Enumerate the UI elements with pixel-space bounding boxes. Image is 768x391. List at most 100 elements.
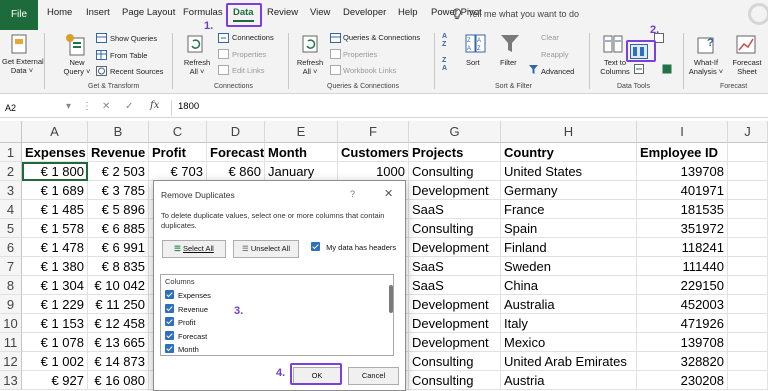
- sort-button[interactable]: Sort: [466, 58, 480, 67]
- row-header[interactable]: 11: [0, 333, 22, 352]
- table-cell[interactable]: € 5 896: [88, 200, 149, 219]
- row-header[interactable]: 6: [0, 238, 22, 257]
- sort-az-icon[interactable]: AZ: [442, 33, 447, 49]
- table-cell[interactable]: [728, 257, 768, 276]
- refresh-all-button[interactable]: Refresh All ˅: [183, 58, 211, 76]
- table-cell[interactable]: Consulting: [409, 371, 501, 390]
- columns-list[interactable]: Columns Expenses Revenue Profit Forecast Mon…: [160, 274, 394, 356]
- header-cell[interactable]: Profit: [149, 143, 207, 162]
- recent-sources-button[interactable]: Recent Sources: [110, 67, 163, 76]
- help-icon[interactable]: ?: [350, 189, 355, 199]
- column-header-f[interactable]: F: [338, 121, 409, 143]
- table-cell[interactable]: [728, 352, 768, 371]
- table-cell[interactable]: Germany: [501, 181, 637, 200]
- table-cell[interactable]: 401971: [637, 181, 728, 200]
- table-cell[interactable]: € 1 689: [22, 181, 88, 200]
- table-cell[interactable]: 328820: [637, 352, 728, 371]
- table-cell[interactable]: Sweden: [501, 257, 637, 276]
- table-cell[interactable]: [728, 181, 768, 200]
- data-validation-icon[interactable]: [634, 64, 646, 74]
- reapply-button[interactable]: Reapply: [541, 50, 569, 59]
- header-cell[interactable]: Projects: [409, 143, 501, 162]
- table-cell[interactable]: 111440: [637, 257, 728, 276]
- table-cell[interactable]: 452003: [637, 295, 728, 314]
- table-cell[interactable]: [728, 219, 768, 238]
- formula-input[interactable]: 1800: [178, 101, 199, 112]
- table-cell[interactable]: € 1 578: [22, 219, 88, 238]
- row-header[interactable]: 8: [0, 276, 22, 295]
- table-cell[interactable]: SaaS: [409, 257, 501, 276]
- table-cell[interactable]: Consulting: [409, 219, 501, 238]
- row-header[interactable]: 7: [0, 257, 22, 276]
- row-header[interactable]: 10: [0, 314, 22, 333]
- row-header[interactable]: 2: [0, 162, 22, 181]
- table-cell[interactable]: Development: [409, 295, 501, 314]
- table-cell[interactable]: € 1 002: [22, 352, 88, 371]
- properties-button[interactable]: Properties: [232, 50, 266, 59]
- column-checkbox-item[interactable]: Month: [165, 343, 211, 355]
- table-cell[interactable]: € 860: [207, 162, 265, 181]
- clear-button[interactable]: Clear: [541, 33, 559, 42]
- row-header[interactable]: 3: [0, 181, 22, 200]
- table-cell[interactable]: Finland: [501, 238, 637, 257]
- table-cell[interactable]: Austria: [501, 371, 637, 390]
- row-header[interactable]: 13: [0, 371, 22, 390]
- table-cell[interactable]: 471926: [637, 314, 728, 333]
- table-cell[interactable]: € 1 478: [22, 238, 88, 257]
- table-cell[interactable]: France: [501, 200, 637, 219]
- table-cell[interactable]: [728, 295, 768, 314]
- row-header[interactable]: 12: [0, 352, 22, 371]
- table-cell[interactable]: € 12 458: [88, 314, 149, 333]
- tell-me-box[interactable]: Tell me what you want to do: [452, 8, 579, 20]
- table-cell[interactable]: 139708: [637, 333, 728, 352]
- column-header-g[interactable]: G: [409, 121, 501, 143]
- table-cell[interactable]: Consulting: [409, 162, 501, 181]
- table-cell[interactable]: € 6 991: [88, 238, 149, 257]
- table-cell[interactable]: € 1 078: [22, 333, 88, 352]
- sort-za-icon[interactable]: ZA: [442, 57, 447, 73]
- tab-formulas[interactable]: Formulas: [183, 7, 223, 18]
- table-cell[interactable]: € 1 229: [22, 295, 88, 314]
- column-header-b[interactable]: B: [88, 121, 149, 143]
- from-table-button[interactable]: From Table: [110, 51, 147, 60]
- column-header-e[interactable]: E: [265, 121, 338, 143]
- table-cell[interactable]: € 8 835: [88, 257, 149, 276]
- my-data-has-headers-checkbox[interactable]: My data has headers: [311, 242, 396, 252]
- header-cell[interactable]: [728, 143, 768, 162]
- properties-2-button[interactable]: Properties: [343, 50, 377, 59]
- table-cell[interactable]: Australia: [501, 295, 637, 314]
- column-header-j[interactable]: J: [728, 121, 768, 143]
- feedback-icon[interactable]: [748, 3, 768, 25]
- row-header[interactable]: 5: [0, 219, 22, 238]
- table-cell[interactable]: [728, 200, 768, 219]
- column-header-d[interactable]: D: [207, 121, 265, 143]
- table-cell[interactable]: Development: [409, 333, 501, 352]
- table-cell[interactable]: [728, 333, 768, 352]
- row-header[interactable]: 1: [0, 143, 22, 162]
- table-cell[interactable]: Spain: [501, 219, 637, 238]
- queries-connections-button[interactable]: Queries & Connections: [343, 33, 420, 42]
- header-cell[interactable]: Country: [501, 143, 637, 162]
- table-cell[interactable]: SaaS: [409, 276, 501, 295]
- unselect-all-button[interactable]: ☰ Unselect All: [233, 240, 299, 258]
- header-cell[interactable]: Month: [265, 143, 338, 162]
- column-checkbox-item[interactable]: Forecast: [165, 330, 211, 344]
- select-all-button[interactable]: ☰ Select All: [162, 240, 226, 258]
- connections-button[interactable]: Connections: [232, 33, 274, 42]
- table-cell[interactable]: € 1 153: [22, 314, 88, 333]
- table-cell[interactable]: € 11 250: [88, 295, 149, 314]
- table-cell[interactable]: € 1 485: [22, 200, 88, 219]
- cancel-icon[interactable]: ✕: [102, 101, 110, 112]
- table-cell[interactable]: United Arab Emirates: [501, 352, 637, 371]
- table-cell[interactable]: [728, 314, 768, 333]
- column-header-c[interactable]: C: [149, 121, 207, 143]
- table-cell[interactable]: 181535: [637, 200, 728, 219]
- table-cell[interactable]: Italy: [501, 314, 637, 333]
- name-box[interactable]: A2: [3, 100, 61, 116]
- header-cell[interactable]: Revenue: [88, 143, 149, 162]
- table-cell[interactable]: Consulting: [409, 352, 501, 371]
- tab-help[interactable]: Help: [398, 7, 418, 18]
- table-cell[interactable]: € 6 885: [88, 219, 149, 238]
- table-cell[interactable]: Development: [409, 181, 501, 200]
- refresh-all-2-button[interactable]: Refresh All ˅: [296, 58, 324, 76]
